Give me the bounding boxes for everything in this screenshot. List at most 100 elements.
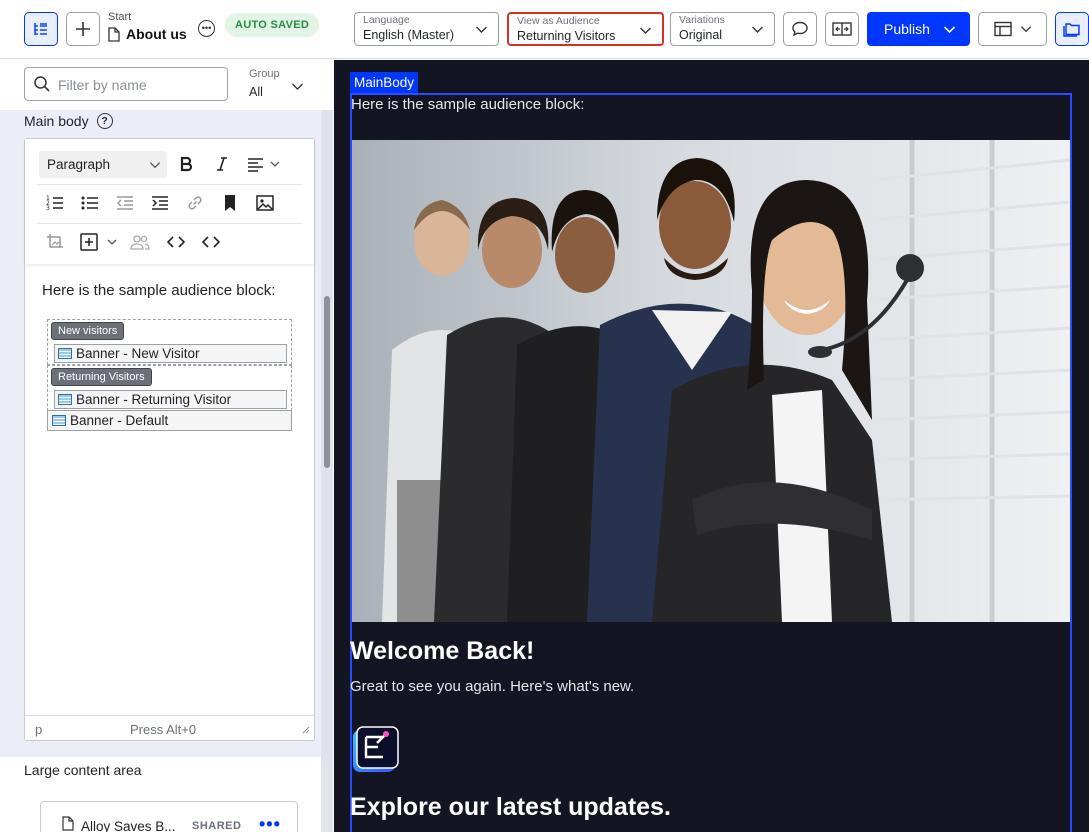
personalize-icon[interactable] [129,231,151,253]
folders-icon [1063,23,1080,37]
editor-toolbar: Paragraph 123 [25,139,314,264]
variations-value: Original [679,28,723,42]
language-label: Language [363,14,410,26]
image-icon[interactable] [254,192,276,214]
block-icon [58,394,72,405]
mainbody-tag[interactable]: MainBody [350,72,419,93]
outdent-icon[interactable] [114,192,136,214]
main-body-label: Main body ? [24,113,113,129]
element-path[interactable]: p [35,722,42,737]
toolbar-divider [37,184,302,185]
help-icon[interactable]: ? [96,113,113,129]
italic-icon[interactable] [211,153,233,175]
publish-label: Publish [884,21,930,37]
chevron-down-icon[interactable] [291,80,304,93]
accessibility-hint: Press Alt+0 [130,722,197,737]
chevron-down-icon [752,26,763,33]
block-icon [58,348,72,359]
chevron-down-icon [640,27,651,34]
indent-icon[interactable] [149,192,171,214]
audience-block-label: Banner - Returning Visitor [76,392,232,407]
team-photo [352,140,1070,622]
variations-dropdown[interactable]: Variations Original [670,12,775,46]
svg-text:3: 3 [46,205,50,212]
block-format-select[interactable]: Paragraph [39,151,167,178]
preview-heading: Welcome Back! [350,637,535,665]
top-bar: Start About us ••• AUTO SAVED Language E… [0,0,1089,59]
audience-block-item[interactable]: Banner - New Visitor [54,344,287,363]
language-dropdown[interactable]: Language English (Master) [354,12,499,46]
compare-button[interactable] [825,12,859,46]
page-preview[interactable]: MainBody Here is the sample audience blo… [334,60,1089,832]
rich-text-editor[interactable]: Paragraph 123 Here is the sample audienc… [24,138,315,741]
more-options-icon[interactable]: ••• [198,20,215,37]
align-icon[interactable] [245,153,285,175]
filter-placeholder: Filter by name [58,77,147,93]
audience-block-label: Banner - New Visitor [76,346,200,361]
audience-group-new-visitors[interactable]: New visitors Banner - New Visitor [47,319,292,365]
team-photo-image [352,140,1070,622]
chevron-down-icon [1020,26,1031,33]
image-edit-icon[interactable] [44,231,66,253]
chevron-down-icon [476,26,487,33]
page-icon [108,26,120,42]
view-layout-button[interactable] [978,12,1047,46]
bullet-list-icon[interactable] [79,192,101,214]
comments-button[interactable] [783,12,817,46]
chevron-down-icon [149,162,161,169]
content-tree-button[interactable] [24,12,58,46]
link-icon[interactable] [184,192,206,214]
bookmark-icon[interactable] [219,192,241,214]
preview-intro-text: Here is the sample audience block: [351,96,585,113]
shared-badge: SHARED [192,820,242,832]
code-icon[interactable] [165,231,187,253]
resize-handle-icon[interactable] [300,724,310,734]
content-area-item-name: Alloy Saves B... [81,819,176,832]
audience-tag[interactable]: Returning Visitors [51,368,152,386]
editor-statusbar: p Press Alt+0 [25,715,314,740]
comment-icon [792,21,808,37]
numbered-list-icon[interactable]: 123 [44,192,66,214]
assets-panel-button[interactable] [1055,12,1089,46]
preview-subtext: Great to see you again. Here's what's ne… [350,678,635,695]
audience-dropdown[interactable]: View as Audience Returning Visitors [507,12,664,46]
main-body-label-text: Main body [24,113,89,129]
audience-group-returning-visitors[interactable]: Returning Visitors Banner - Returning Vi… [47,365,292,411]
scrollbar-thumb[interactable] [324,296,330,468]
audience-label: View as Audience [517,15,600,27]
app-logo-icon [353,726,399,772]
default-block-item[interactable]: Banner - Default [47,410,292,431]
filter-area: Filter by name Group All [0,60,333,110]
editor-paragraph[interactable]: Here is the sample audience block: [42,282,275,299]
search-icon [34,76,50,92]
page-icon [62,816,74,831]
breadcrumb[interactable]: Start [108,11,131,23]
page-title-text: About us [126,26,187,42]
content-area-item[interactable]: Alloy Saves B... SHARED ••• [40,801,298,832]
properties-panel: Filter by name Group All Main body ? Par… [0,60,333,832]
toolbar-divider [37,223,302,224]
filter-input[interactable]: Filter by name [24,67,228,101]
more-options-icon[interactable]: ••• [259,814,281,832]
publish-button[interactable]: Publish [867,12,970,46]
variations-label: Variations [679,14,725,26]
block-icon [52,415,66,426]
audience-block-item[interactable]: Banner - Returning Visitor [54,390,287,409]
group-label: Group [249,68,280,80]
large-content-label: Large content area [24,762,142,778]
add-button[interactable] [66,12,100,46]
bold-icon[interactable] [175,153,197,175]
insert-block-icon[interactable] [79,231,121,253]
language-value: English (Master) [363,28,454,42]
block-format-value: Paragraph [47,157,111,172]
chevron-down-icon [943,26,956,34]
audience-tag[interactable]: New visitors [51,322,125,340]
page-title: About us [108,26,187,42]
compare-icon [832,22,852,36]
panel-scrollbar[interactable] [321,110,333,832]
preview-heading-2: Explore our latest updates. [350,793,671,821]
group-value[interactable]: All [249,85,263,99]
tree-list-icon [34,23,47,35]
autosaved-badge: AUTO SAVED [225,13,320,37]
source-code-icon[interactable] [200,231,222,253]
